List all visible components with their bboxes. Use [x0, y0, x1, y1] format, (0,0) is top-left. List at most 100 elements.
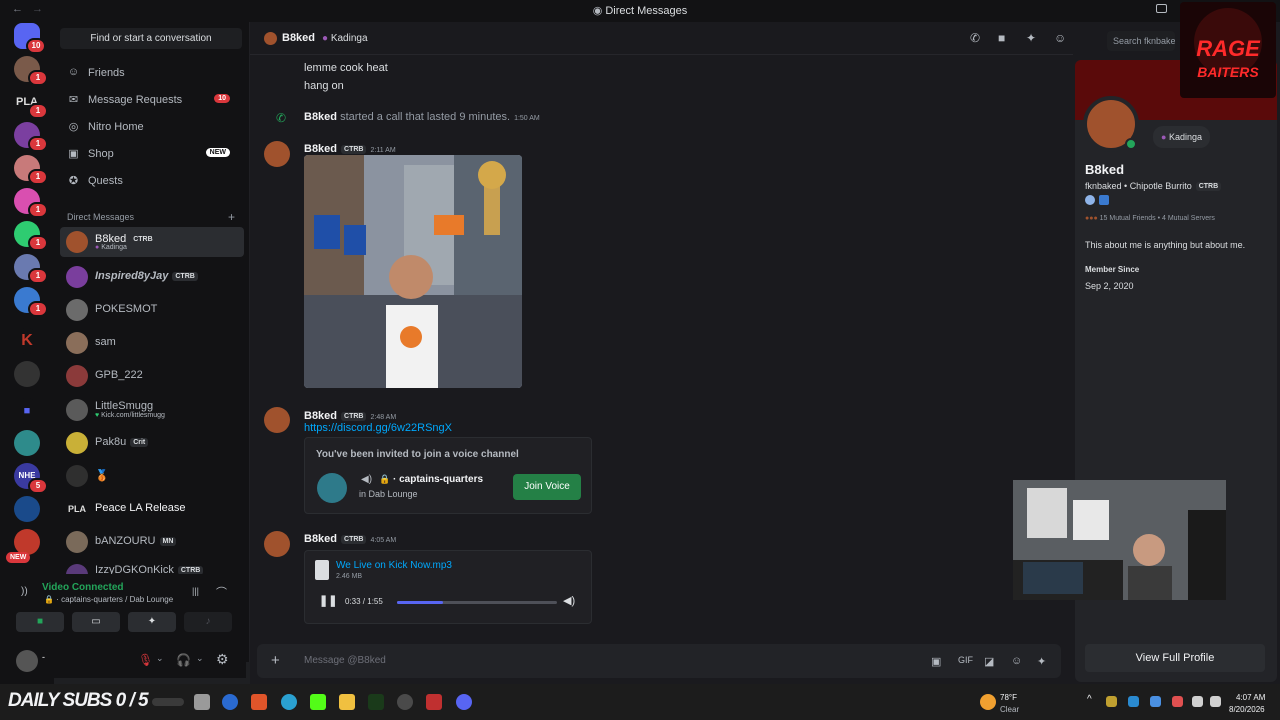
video-call-icon[interactable]: ■: [998, 31, 1005, 45]
activities-button[interactable]: ✦: [128, 612, 176, 632]
kick-icon[interactable]: [310, 694, 326, 710]
avatar: [66, 432, 88, 454]
chevron-down-icon[interactable]: ⌄: [156, 653, 164, 664]
overlay-logo: RAGE BAITERS: [1180, 2, 1276, 98]
nav-nitro-home[interactable]: ◎ Nitro Home: [64, 114, 244, 140]
clock-time[interactable]: 4:07 AM: [1236, 693, 1265, 702]
camera-button[interactable]: ■: [16, 612, 64, 632]
message-text: hang on: [304, 80, 344, 92]
join-voice-button[interactable]: Join Voice: [513, 474, 581, 500]
add-friends-icon[interactable]: ☺: [1054, 31, 1066, 45]
file-name-link[interactable]: We Live on Kick Now.mp3: [336, 560, 452, 571]
voice-channel[interactable]: 🔒 · captains-quarters / Dab Lounge: [44, 595, 173, 604]
pin-icon[interactable]: ✦: [1026, 31, 1036, 45]
speaker-icon: ◀): [361, 474, 373, 485]
tray-icon[interactable]: [1172, 696, 1183, 707]
edge-browser-icon[interactable]: [281, 694, 297, 710]
view-full-profile-button[interactable]: View Full Profile: [1085, 644, 1265, 672]
volume-icon[interactable]: ◀): [563, 594, 575, 607]
tray-chevron-icon[interactable]: ^: [1087, 694, 1092, 705]
dm-item[interactable]: B8ked CTRB ● Kadinga: [60, 227, 244, 257]
camera-icon: ■: [36, 616, 44, 627]
deafen-icon[interactable]: 🎧: [176, 653, 191, 667]
badge-icon[interactable]: [1099, 195, 1109, 205]
chevron-down-icon[interactable]: ⌄: [196, 653, 204, 664]
dm-item[interactable]: Inspired8yJay CTRB: [60, 262, 244, 292]
avatar[interactable]: [264, 407, 290, 433]
volume-icon[interactable]: [1210, 696, 1221, 707]
voice-activity-icon[interactable]: |||: [192, 586, 199, 596]
dm-item[interactable]: PLA Peace LA Release: [60, 494, 244, 524]
message-composer[interactable]: + Message @B8ked ▣ GIF ◪ ☺ ✦: [257, 644, 1061, 678]
discord-icon[interactable]: [456, 694, 472, 710]
server-icon[interactable]: [14, 361, 40, 387]
gift-icon[interactable]: ▣: [931, 655, 941, 668]
avatar[interactable]: [264, 531, 290, 557]
avatar[interactable]: [264, 141, 290, 167]
obs-icon[interactable]: [397, 694, 413, 710]
apps-icon[interactable]: ✦: [1037, 655, 1046, 668]
header-name[interactable]: B8ked: [282, 32, 315, 44]
message-input[interactable]: Message @B8ked: [304, 655, 386, 666]
emoji-icon[interactable]: ☺: [1011, 655, 1022, 667]
dm-item[interactable]: Pak8u Crit: [60, 428, 244, 458]
search-input[interactable]: Search fknbaked: [1107, 31, 1175, 51]
dm-name: Pak8u Crit: [95, 436, 149, 448]
folder-icon[interactable]: [339, 694, 355, 710]
new-dm-button[interactable]: +: [228, 210, 235, 224]
dm-item[interactable]: sam: [60, 328, 244, 358]
mutuals-line[interactable]: ●●● 15 Mutual Friends • 4 Mutual Servers: [1085, 215, 1215, 222]
terminal-icon[interactable]: [368, 694, 384, 710]
app-icon[interactable]: [222, 694, 238, 710]
pause-icon[interactable]: ❚❚: [319, 594, 337, 607]
dm-activity: ● Kadinga: [95, 244, 127, 251]
sticker-icon[interactable]: ◪: [984, 655, 994, 668]
weather-temp[interactable]: 78°F: [1000, 693, 1017, 702]
network-icon[interactable]: [1192, 696, 1203, 707]
soundboard-button[interactable]: ♪: [184, 612, 232, 632]
server-icon[interactable]: [14, 496, 40, 522]
server-icon[interactable]: K: [14, 328, 40, 354]
tray-icon[interactable]: [1150, 696, 1161, 707]
disconnect-icon[interactable]: ⌒: [216, 584, 227, 600]
dm-search-input[interactable]: Find or start a conversation: [60, 28, 242, 49]
nav-message-requests[interactable]: ✉ Message Requests 10: [64, 87, 244, 113]
tray-icon[interactable]: [1106, 696, 1117, 707]
voice-call-icon[interactable]: ✆: [970, 31, 980, 45]
folder-icon[interactable]: ■: [14, 398, 40, 424]
badge-icon[interactable]: [1085, 195, 1095, 205]
dm-name: LittleSmugg: [95, 400, 154, 412]
audio-progress-fill: [397, 601, 444, 604]
user-avatar[interactable]: [16, 650, 38, 672]
server-icon[interactable]: [14, 430, 40, 456]
audio-progress-track[interactable]: [397, 601, 557, 604]
dm-item[interactable]: GPB_222: [60, 361, 244, 391]
dm-item[interactable]: 🥉: [60, 461, 244, 491]
app-icon[interactable]: [426, 694, 442, 710]
nav-label: Message Requests: [88, 94, 183, 106]
dm-item[interactable]: POKESMOT: [60, 295, 244, 325]
new-server-badge: NEW: [6, 552, 31, 563]
inbox-icon[interactable]: [1156, 4, 1167, 13]
avatar: [66, 299, 88, 321]
screen-share-button[interactable]: ▭: [72, 612, 120, 632]
nav-quests[interactable]: ✪ Quests: [64, 168, 244, 194]
gif-icon[interactable]: GIF: [958, 655, 973, 665]
signal-icon: )): [21, 586, 28, 597]
dm-name: POKESMOT: [95, 303, 158, 315]
dm-item[interactable]: LittleSmugg ♥ Kick.com/littlesmugg: [60, 395, 244, 425]
file-icon[interactable]: [194, 694, 210, 710]
invite-link[interactable]: https://discord.gg/6w22RSngX: [304, 422, 452, 434]
settings-gear-icon[interactable]: ⚙: [216, 651, 229, 668]
tray-icon[interactable]: [1128, 696, 1139, 707]
add-attachment-icon[interactable]: +: [271, 652, 280, 669]
mute-icon[interactable]: 🎙: [138, 653, 153, 667]
audio-attachment: We Live on Kick Now.mp3 2.46 MB ❚❚ 0:33 …: [304, 550, 592, 624]
nav-friends[interactable]: ☺ Friends: [64, 60, 244, 86]
dm-item[interactable]: bANZOURU MN: [60, 527, 244, 557]
nav-shop[interactable]: ▣ Shop NEW: [64, 141, 244, 167]
dm-item[interactable]: IzzyDGKOnKick CTRB: [60, 560, 244, 574]
message-image[interactable]: [304, 155, 522, 388]
avatar: [66, 399, 88, 421]
brave-browser-icon[interactable]: [251, 694, 267, 710]
